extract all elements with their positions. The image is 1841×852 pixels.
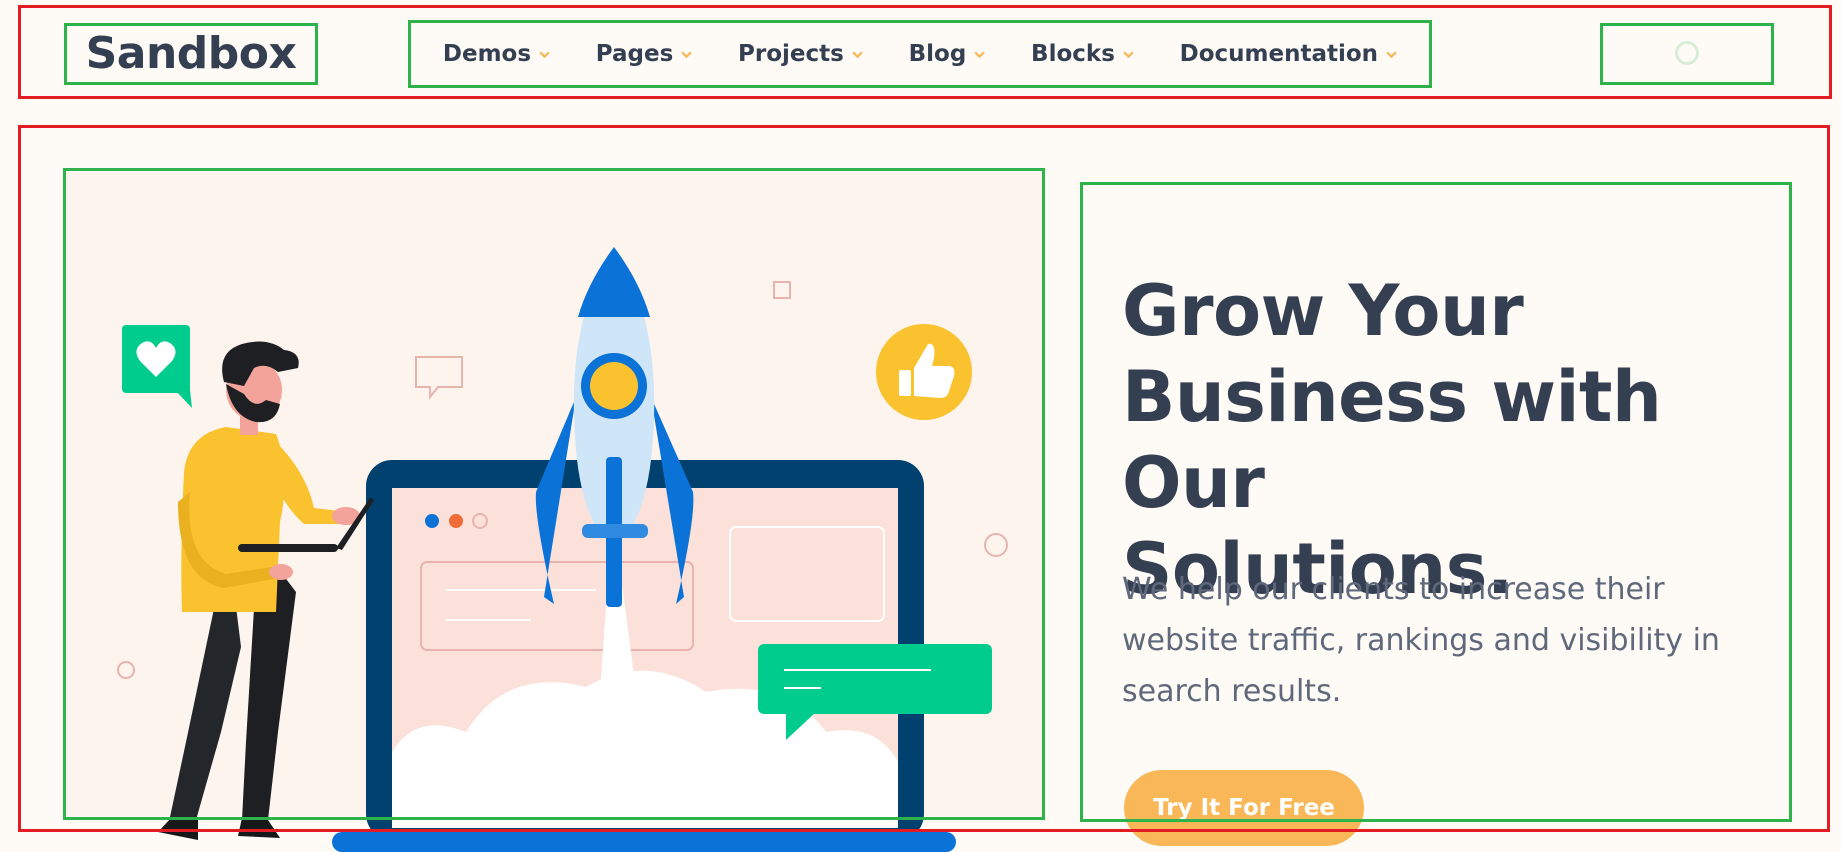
- headline-line: Grow Your: [1122, 270, 1524, 352]
- nav-label: Blocks: [1031, 41, 1115, 67]
- lead-line: search results.: [1122, 674, 1342, 709]
- nav-label: Projects: [738, 41, 844, 67]
- thumbs-up-icon: [876, 324, 972, 420]
- header-actions: [1603, 24, 1771, 82]
- rocket-laptop-illustration: [117, 247, 1008, 852]
- nav-item-pages[interactable]: Pages: [596, 41, 693, 67]
- lead-line: website traffic, rankings and visibility…: [1122, 623, 1720, 658]
- chevron-down-icon: [539, 51, 550, 58]
- nav-label: Pages: [595, 41, 674, 67]
- nav-item-documentation[interactable]: Documentation: [1180, 41, 1397, 67]
- chevron-down-icon: [681, 51, 692, 58]
- nav-label: Demos: [442, 41, 532, 67]
- try-free-button[interactable]: Try It For Free: [1124, 770, 1364, 846]
- nav-item-projects[interactable]: Projects: [738, 41, 863, 67]
- hero-copy: Grow Your Business with Our Solutions. W…: [1082, 184, 1790, 820]
- nav-label: Blog: [908, 41, 967, 67]
- nav-item-blog[interactable]: Blog: [909, 41, 986, 67]
- logo-text: Sandbox: [85, 27, 297, 79]
- nav-item-blocks[interactable]: Blocks: [1031, 41, 1134, 67]
- logo[interactable]: Sandbox: [66, 24, 316, 82]
- heart-icon: [122, 325, 192, 408]
- search-icon[interactable]: [1675, 41, 1699, 65]
- main-nav: Demos Pages Projects Blog Blocks Documen…: [410, 22, 1430, 86]
- nav-item-demos[interactable]: Demos: [443, 41, 550, 67]
- chevron-down-icon: [974, 51, 985, 58]
- hero-headline: Grow Your Business with Our Solutions.: [1122, 268, 1782, 612]
- hero-lead: We help our clients to increase their we…: [1122, 564, 1762, 717]
- chevron-down-icon: [1386, 51, 1397, 58]
- lead-line: We help our clients to increase their: [1122, 572, 1665, 607]
- chevron-down-icon: [1123, 51, 1134, 58]
- headline-line: Business with Our: [1122, 356, 1662, 524]
- hero-illustration: [66, 172, 1042, 852]
- chevron-down-icon: [852, 51, 863, 58]
- nav-label: Documentation: [1179, 41, 1379, 67]
